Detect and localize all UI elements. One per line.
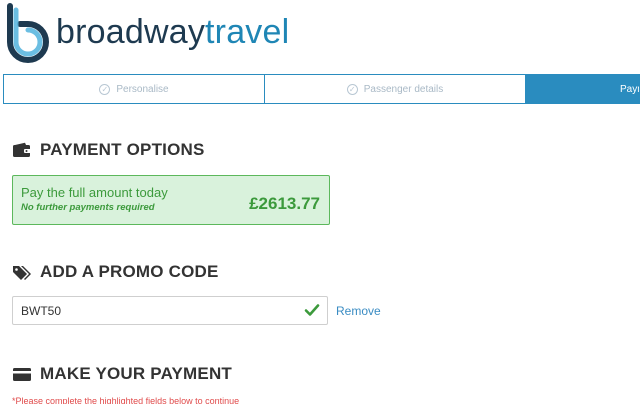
promo-code-input[interactable] [12,296,328,325]
make-payment-title: MAKE YOUR PAYMENT [40,364,233,383]
check-circle-icon: ✓ [99,83,111,95]
check-circle-icon: ✓ [346,83,358,95]
wallet-icon [13,142,31,157]
payment-option-amount: £2613.77 [249,194,320,213]
step-label: Passenger details [363,83,444,95]
tags-icon [13,266,31,280]
header: broadwaytravel [0,0,640,70]
checkout-steps: ✓ Personalise ✓ Passenger details Paymen… [3,74,640,104]
promo-code-heading: ADD A PROMO CODE [12,262,219,282]
validation-warning: *Please complete the highlighted fields … [12,396,240,404]
checkout-page: broadwaytravel ✓ Personalise ✓ Passenger… [0,0,640,404]
payment-option-title: Pay the full amount today [21,185,168,200]
make-payment-heading: MAKE YOUR PAYMENT [12,364,232,384]
payment-option-full[interactable]: Pay the full amount today No further pay… [12,175,330,225]
promo-code-title: ADD A PROMO CODE [40,262,219,281]
payment-option-subtitle: No further payments required [21,202,155,213]
step-passenger-details[interactable]: ✓ Passenger details [265,74,526,104]
payment-options-heading: PAYMENT OPTIONS [12,140,205,160]
brand-name-part2: travel [205,13,290,51]
step-payment[interactable]: Payment [526,74,640,104]
remove-promo-link[interactable]: Remove [336,304,381,318]
step-personalise[interactable]: ✓ Personalise [3,74,265,104]
payment-options-title: PAYMENT OPTIONS [40,140,205,159]
step-label: Payment [620,83,639,95]
checkmark-icon [304,304,320,316]
broadway-logo-icon [7,3,49,63]
brand-name[interactable]: broadwaytravel [56,8,289,56]
credit-card-icon [13,368,31,381]
brand-name-part1: broadway [56,13,206,51]
step-label: Personalise [116,83,169,95]
